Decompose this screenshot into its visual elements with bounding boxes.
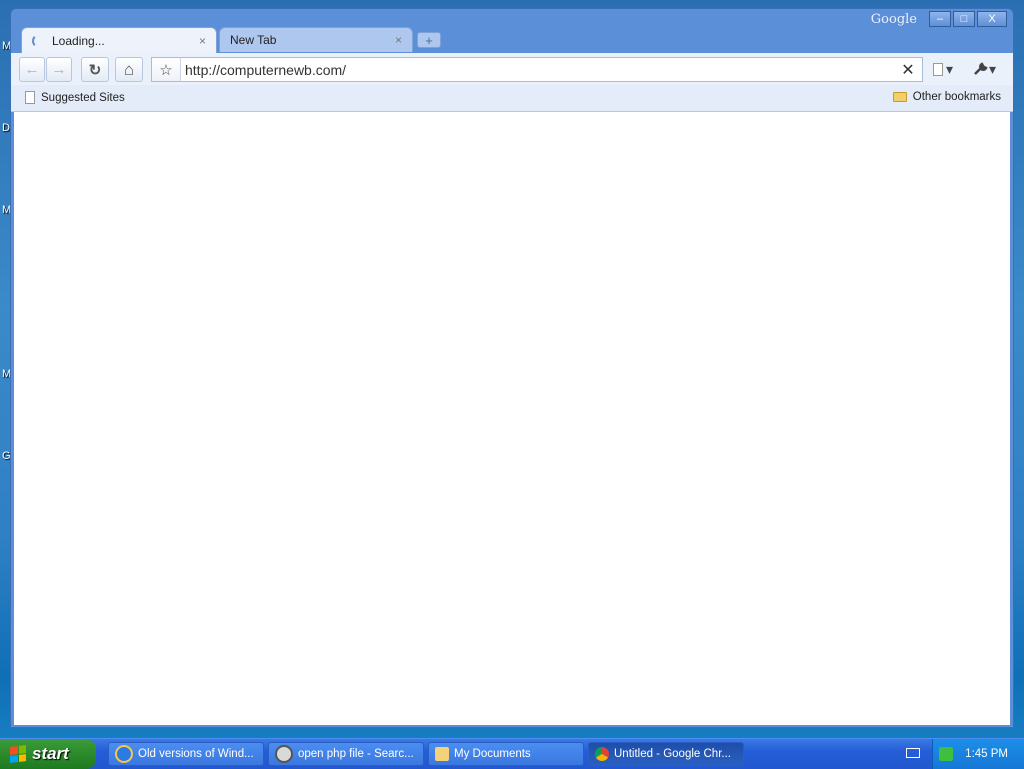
close-window-button[interactable]: X bbox=[977, 11, 1007, 27]
taskbar-button-chrome[interactable]: Untitled - Google Chr... bbox=[588, 742, 744, 766]
taskbar-button-ie[interactable]: Old versions of Wind... bbox=[108, 742, 264, 766]
reload-button[interactable]: ↻ bbox=[81, 57, 109, 82]
loading-spinner-icon bbox=[32, 33, 46, 48]
start-label: start bbox=[32, 744, 69, 763]
windows-logo-icon bbox=[10, 745, 26, 763]
stop-button[interactable]: ✕ bbox=[894, 60, 922, 80]
tab-new-tab[interactable]: New Tab × bbox=[219, 27, 413, 52]
wrench-icon bbox=[974, 62, 988, 75]
minimize-button[interactable]: – bbox=[929, 11, 951, 27]
toolbar: ← → ↻ ⌂ ☆ http://computernewb.com/ ✕ ▾ ▾ bbox=[11, 53, 1013, 85]
bookmark-suggested-sites[interactable]: Suggested Sites bbox=[25, 91, 125, 104]
title-bar[interactable]: Google – □ X Loading... × New Tab × + bbox=[11, 9, 1013, 53]
chrome-window: Google – □ X Loading... × New Tab × + ← … bbox=[10, 8, 1014, 728]
chrome-icon bbox=[595, 747, 609, 761]
dropdown-arrow-icon: ▾ bbox=[946, 60, 954, 77]
taskbar: start Old versions of Wind... open php f… bbox=[0, 738, 1024, 769]
taskbar-button-label: Untitled - Google Chr... bbox=[614, 748, 731, 760]
page-icon bbox=[933, 62, 943, 76]
search-dog-icon bbox=[275, 745, 293, 763]
bookmark-label: Suggested Sites bbox=[41, 91, 125, 104]
star-icon[interactable]: ☆ bbox=[152, 58, 181, 81]
network-icon[interactable] bbox=[939, 747, 954, 761]
home-button[interactable]: ⌂ bbox=[115, 57, 143, 82]
taskbar-button-label: Old versions of Wind... bbox=[138, 748, 254, 760]
wrench-menu-button[interactable]: ▾ bbox=[973, 59, 996, 79]
maximize-button[interactable]: □ bbox=[953, 11, 975, 27]
folder-icon bbox=[435, 747, 449, 761]
url-input[interactable]: http://computernewb.com/ bbox=[181, 62, 894, 78]
taskbar-button-label: open php file - Searc... bbox=[298, 748, 414, 760]
tab-title: New Tab bbox=[230, 33, 277, 47]
bookmarks-bar: Suggested Sites Other bookmarks bbox=[11, 85, 1013, 112]
forward-button[interactable]: → bbox=[46, 57, 72, 82]
tab-title: Loading... bbox=[52, 33, 105, 48]
folder-icon bbox=[892, 92, 907, 102]
keyboard-icon[interactable] bbox=[906, 748, 920, 758]
google-brand: Google bbox=[870, 12, 917, 27]
page-icon bbox=[25, 91, 35, 104]
taskbar-button-search[interactable]: open php file - Searc... bbox=[268, 742, 424, 766]
bookmark-label: Other bookmarks bbox=[912, 91, 1001, 103]
new-tab-button[interactable]: + bbox=[417, 32, 441, 48]
dropdown-arrow-icon: ▾ bbox=[989, 60, 997, 77]
back-button[interactable]: ← bbox=[19, 57, 45, 82]
tab-close-icon[interactable]: × bbox=[199, 34, 206, 48]
tab-loading[interactable]: Loading... × bbox=[21, 27, 217, 53]
other-bookmarks-folder[interactable]: Other bookmarks bbox=[892, 91, 1001, 103]
page-menu-button[interactable]: ▾ bbox=[933, 59, 953, 79]
taskbar-button-my-documents[interactable]: My Documents bbox=[428, 742, 584, 766]
desktop-icon-label: D bbox=[2, 122, 10, 134]
page-content[interactable] bbox=[14, 112, 1010, 725]
tab-close-icon[interactable]: × bbox=[395, 33, 402, 47]
start-button[interactable]: start bbox=[0, 739, 96, 769]
address-bar[interactable]: ☆ http://computernewb.com/ ✕ bbox=[151, 57, 923, 82]
system-tray: 1:45 PM bbox=[932, 739, 1024, 769]
internet-explorer-icon bbox=[115, 745, 133, 763]
clock[interactable]: 1:45 PM bbox=[965, 748, 1008, 760]
taskbar-button-label: My Documents bbox=[454, 748, 531, 760]
